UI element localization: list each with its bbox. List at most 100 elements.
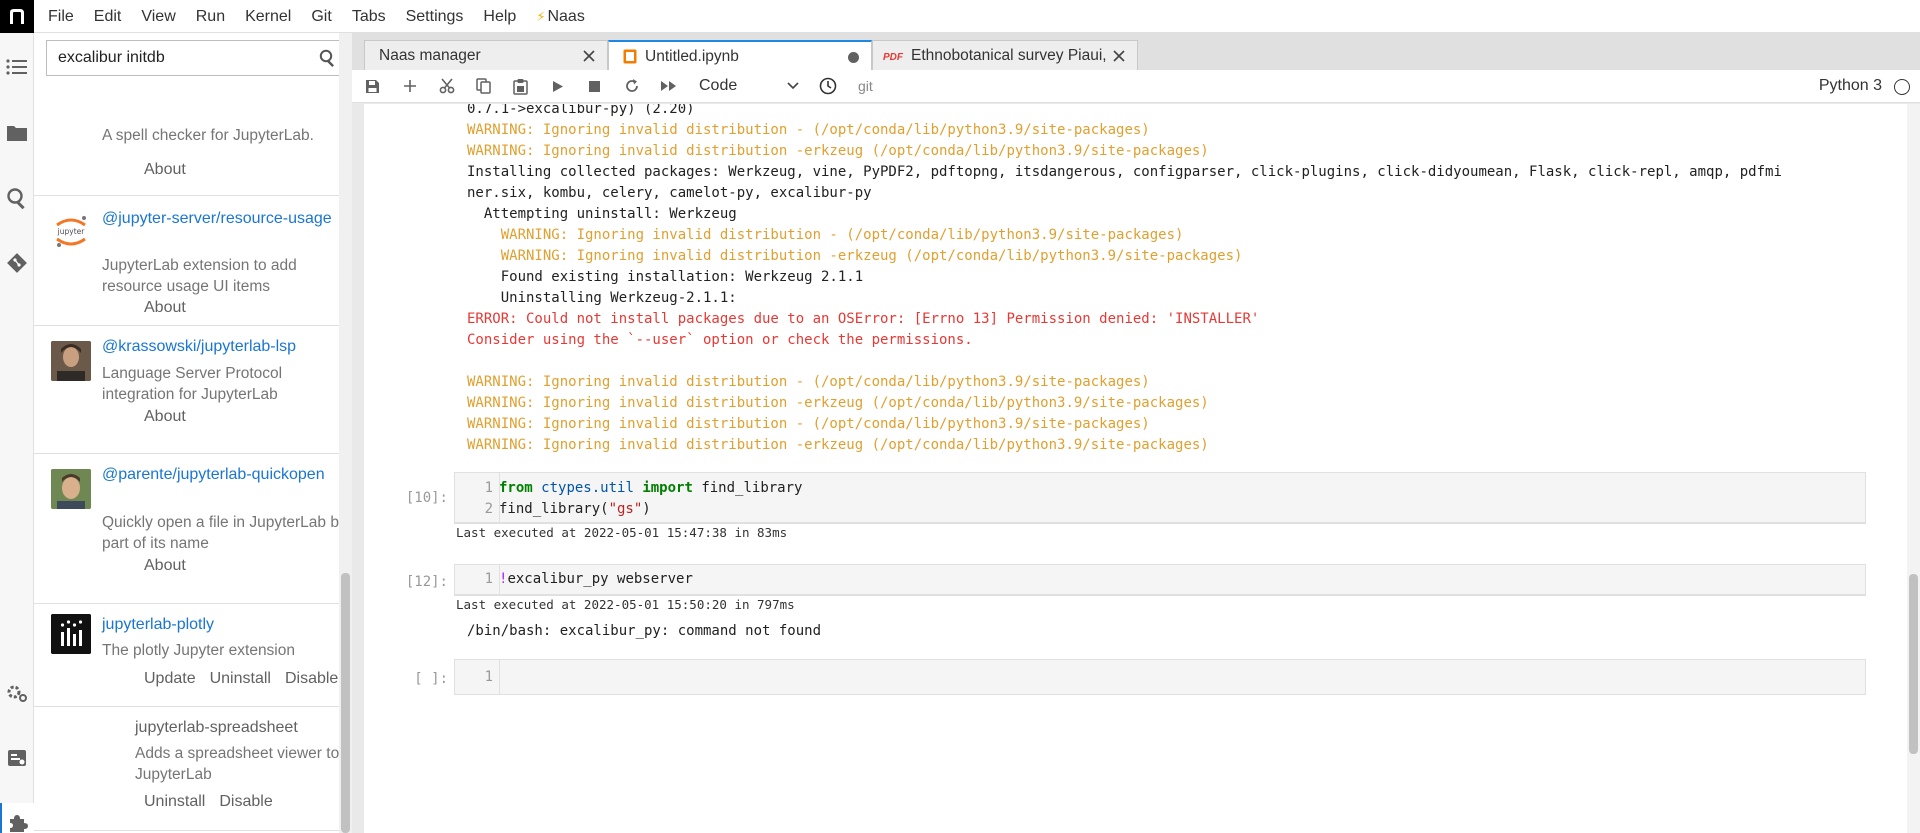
tab-label: Ethnobotanical survey Piaui, xyxy=(911,47,1107,64)
activity-rail xyxy=(0,33,34,833)
extension-description: Language Server Protocol integration for… xyxy=(102,365,283,403)
cut-icon[interactable] xyxy=(428,70,465,103)
jupyter-logo: jupyter xyxy=(51,211,91,251)
about-button[interactable]: About xyxy=(102,555,194,577)
code-cell-input[interactable]: 1 !excalibur_py webserver xyxy=(454,564,1866,595)
side-panel-scrollbar[interactable] xyxy=(339,33,352,833)
extension-name[interactable]: jupyterlab-spreadsheet xyxy=(135,717,351,738)
close-icon[interactable] xyxy=(1111,48,1127,64)
cell-prompt: [10]: xyxy=(405,490,448,506)
extension-item: jupyterlab-plotly The plotly Jupyter ext… xyxy=(34,604,351,707)
close-icon[interactable] xyxy=(581,48,597,64)
extension-actions: Update Uninstall Disable xyxy=(102,668,346,690)
code-line: find_library("gs") xyxy=(499,501,651,517)
line-number: 1 xyxy=(484,571,493,587)
output-line: Attempting uninstall: Werkzeug xyxy=(467,206,737,222)
about-button[interactable]: About xyxy=(102,297,194,319)
search-icon[interactable] xyxy=(0,178,34,218)
pdf-icon: PDF xyxy=(883,49,905,63)
stop-icon[interactable] xyxy=(576,70,613,103)
extension-actions: Uninstall Disable xyxy=(102,791,281,813)
table-of-contents-icon[interactable] xyxy=(0,47,34,87)
restart-icon[interactable] xyxy=(613,70,650,103)
clock-icon[interactable] xyxy=(809,70,846,103)
scrollbar-thumb[interactable] xyxy=(1909,574,1918,754)
extension-item: jupyterlab-spreadsheet Adds a spreadshee… xyxy=(34,707,351,831)
extension-manager-icon[interactable] xyxy=(0,803,34,833)
about-button[interactable]: About xyxy=(102,406,194,428)
tab-pdf[interactable]: PDF Ethnobotanical survey Piaui, xyxy=(872,40,1138,71)
output-line: WARNING: Ignoring invalid distribution -… xyxy=(467,416,1150,432)
git-toolbar-label[interactable]: git xyxy=(858,78,873,94)
extension-description: JupyterLab extension to add resource usa… xyxy=(102,257,297,295)
pdf-icon-text: PDF xyxy=(883,52,904,63)
extension-description: Adds a spreadsheet viewer to JupyterLab xyxy=(135,745,340,783)
update-button[interactable]: Update xyxy=(102,668,203,690)
disable-button[interactable]: Disable xyxy=(278,668,346,690)
line-gutter xyxy=(499,660,500,694)
extension-description: A spell checker for JupyterLab. xyxy=(102,127,314,144)
menu-kernel[interactable]: Kernel xyxy=(235,0,301,33)
extension-description: Quickly open a file in JupyterLab by par… xyxy=(102,514,347,552)
menu-naas[interactable]: ⚡ Naas xyxy=(526,0,595,33)
extension-item: @krassowski/jupyterlab-lsp Language Serv… xyxy=(34,326,351,454)
menu-help[interactable]: Help xyxy=(473,0,526,33)
line-number: 1 xyxy=(484,480,493,496)
run-icon[interactable] xyxy=(539,70,576,103)
extension-item: A spell checker for JupyterLab. About xyxy=(34,83,351,196)
notebook-toolbar: Code git Python 3 xyxy=(352,70,1920,103)
output-line: WARNING: Ignoring invalid distribution -… xyxy=(467,227,1184,243)
bolt-icon: ⚡ xyxy=(536,8,546,24)
output-line: WARNING: Ignoring invalid distribution -… xyxy=(467,437,1209,453)
save-icon[interactable] xyxy=(354,70,391,103)
about-button[interactable]: About xyxy=(102,159,194,181)
unsaved-dot-icon[interactable] xyxy=(848,52,859,63)
uninstall-button[interactable]: Uninstall xyxy=(102,791,212,813)
extension-description: The plotly Jupyter extension xyxy=(102,642,295,659)
uninstall-button[interactable]: Uninstall xyxy=(203,668,278,690)
kernel-name[interactable]: Python 3 xyxy=(1819,77,1882,95)
extension-search-input[interactable] xyxy=(47,49,302,67)
notebook-scrollbar[interactable] xyxy=(1907,104,1920,833)
copy-icon[interactable] xyxy=(465,70,502,103)
menu-run[interactable]: Run xyxy=(186,0,235,33)
menu-edit[interactable]: Edit xyxy=(84,0,132,33)
execution-time: Last executed at 2022-05-01 15:47:38 in … xyxy=(454,523,1866,542)
menu-view[interactable]: View xyxy=(131,0,185,33)
paste-icon[interactable] xyxy=(502,70,539,103)
extension-name[interactable]: jupyterlab-plotly xyxy=(102,614,342,635)
cell-output-text: /bin/bash: excalibur_py: command not fou… xyxy=(467,623,822,639)
cell-type-dropdown[interactable]: Code xyxy=(699,77,799,95)
output-line: WARNING: Ignoring invalid distribution -… xyxy=(467,374,1150,390)
menu-tabs[interactable]: Tabs xyxy=(342,0,396,33)
menu-file[interactable]: File xyxy=(38,0,84,33)
output-line: 0.7.1->excalibur-py) (2.20) xyxy=(467,104,695,117)
kernel-status-icon xyxy=(1894,79,1910,95)
property-inspector-icon[interactable] xyxy=(0,673,34,713)
menu-git[interactable]: Git xyxy=(301,0,341,33)
output-line: Installing collected packages: Werkzeug,… xyxy=(467,164,1782,180)
extension-actions: About xyxy=(102,555,194,577)
extension-name[interactable]: @jupyter-server/resource-usage xyxy=(102,208,342,229)
code-line: !excalibur_py webserver xyxy=(499,571,693,587)
error-line: Consider using the `--user` option or ch… xyxy=(467,332,973,348)
extension-search-box[interactable] xyxy=(46,40,348,76)
git-icon[interactable] xyxy=(0,243,34,283)
output-line: Found existing installation: Werkzeug 2.… xyxy=(467,269,864,285)
code-cell-input[interactable]: 1 2 from ctypes.util import find_library… xyxy=(454,472,1866,523)
running-sessions-icon[interactable] xyxy=(0,738,34,778)
scrollbar-thumb[interactable] xyxy=(341,573,350,833)
search-icon[interactable] xyxy=(319,49,337,71)
fast-forward-icon[interactable] xyxy=(650,70,687,103)
disable-button[interactable]: Disable xyxy=(212,791,280,813)
extension-name[interactable]: @krassowski/jupyterlab-lsp xyxy=(102,336,342,357)
code-cell-input-empty[interactable]: 1 xyxy=(454,659,1866,695)
menu-settings[interactable]: Settings xyxy=(396,0,474,33)
tab-untitled-ipynb[interactable]: Untitled.ipynb xyxy=(608,40,872,71)
tab-naas-manager[interactable]: Naas manager xyxy=(364,40,608,71)
folder-icon[interactable] xyxy=(0,113,34,153)
extension-name[interactable]: @parente/jupyterlab-quickopen xyxy=(102,464,342,485)
add-cell-icon[interactable] xyxy=(391,70,428,103)
output-line: Uninstalling Werkzeug-2.1.1: xyxy=(467,290,737,306)
output-line: WARNING: Ignoring invalid distribution -… xyxy=(467,122,1150,138)
